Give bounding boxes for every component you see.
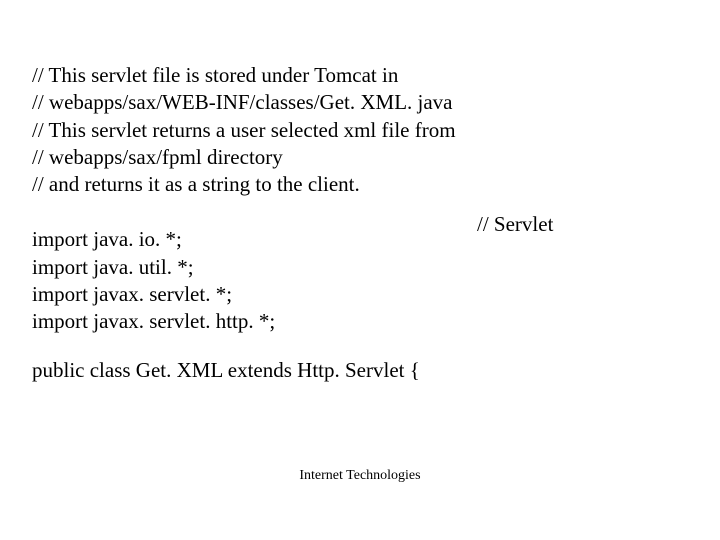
import-line: import java. io. *; — [32, 226, 688, 253]
slide-content: // This servlet file is stored under Tom… — [0, 0, 720, 383]
footer-text: Internet Technologies — [0, 468, 720, 484]
import-line: import javax. servlet. http. *; — [32, 308, 688, 335]
comment-line: // webapps/sax/WEB-INF/classes/Get. XML.… — [32, 89, 688, 116]
import-line: import javax. servlet. *; — [32, 281, 688, 308]
comment-block: // This servlet file is stored under Tom… — [32, 62, 688, 198]
import-line: import java. util. *; — [32, 254, 688, 281]
class-declaration: public class Get. XML extends Http. Serv… — [32, 358, 688, 383]
spacer — [32, 198, 688, 226]
comment-line: // and returns it as a string to the cli… — [32, 171, 688, 198]
imports-section: // Servlet import java. io. *; import ja… — [32, 226, 688, 335]
comment-line: // This servlet file is stored under Tom… — [32, 62, 688, 89]
comment-line: // This servlet returns a user selected … — [32, 117, 688, 144]
servlet-comment: // Servlet — [477, 212, 553, 237]
import-block: import java. io. *; import java. util. *… — [32, 226, 688, 335]
comment-line: // webapps/sax/fpml directory — [32, 144, 688, 171]
